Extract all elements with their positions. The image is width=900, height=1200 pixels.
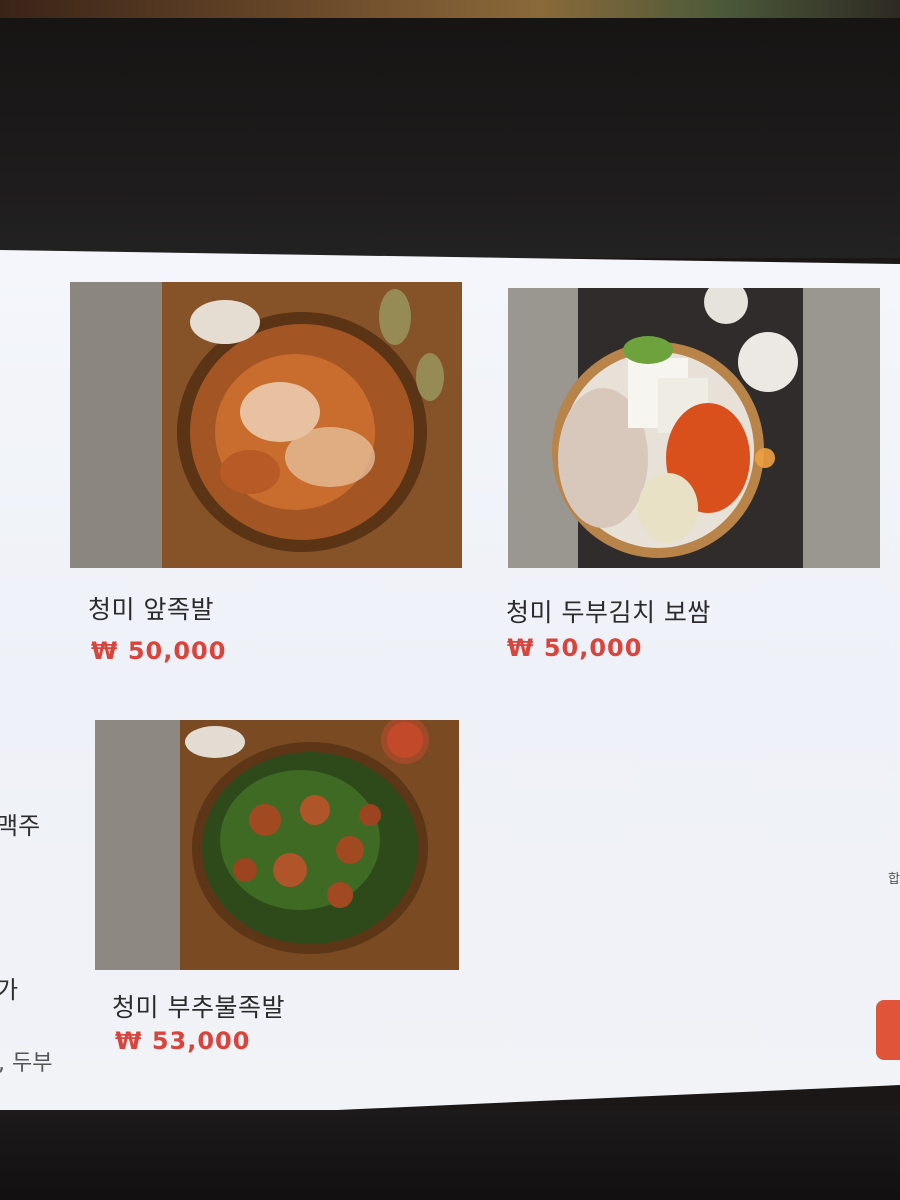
menu-item-image-1[interactable] — [70, 282, 462, 568]
menu-item-name-2[interactable]: 청미 두부김치 보쌈 — [506, 593, 711, 629]
sidebar-fragment-tofu[interactable]: , 두부 — [0, 1045, 52, 1077]
sidebar-fragment-ga[interactable]: 가 — [0, 970, 18, 1005]
monitor-bezel-bottom — [0, 1110, 900, 1200]
sidebar-fragment-beer[interactable]: 맥주 — [0, 806, 40, 841]
bossam-tofu-kimchi-photo — [508, 288, 880, 568]
monitor-bezel-top — [0, 18, 900, 258]
braised-trotters-photo — [70, 282, 462, 568]
menu-item-price-1: ₩ 50,000 — [91, 637, 227, 665]
order-button-partial[interactable] — [876, 1000, 900, 1060]
menu-item-price-2: ₩ 50,000 — [507, 634, 643, 662]
menu-item-name-3[interactable]: 청미 부추불족발 — [112, 988, 285, 1024]
spicy-trotters-chives-photo — [95, 720, 459, 970]
menu-item-name-1[interactable]: 청미 앞족발 — [88, 590, 214, 626]
right-edge-fragment: 합 — [888, 872, 900, 887]
kiosk-screen: 청미 앞족발 ₩ 50,000 청미 두부김치 보쌈 ₩ 50,000 청미 부… — [0, 250, 900, 1120]
menu-item-price-3: ₩ 53,000 — [115, 1027, 251, 1055]
menu-item-image-3[interactable] — [95, 720, 459, 970]
menu-item-image-2[interactable] — [508, 288, 880, 568]
